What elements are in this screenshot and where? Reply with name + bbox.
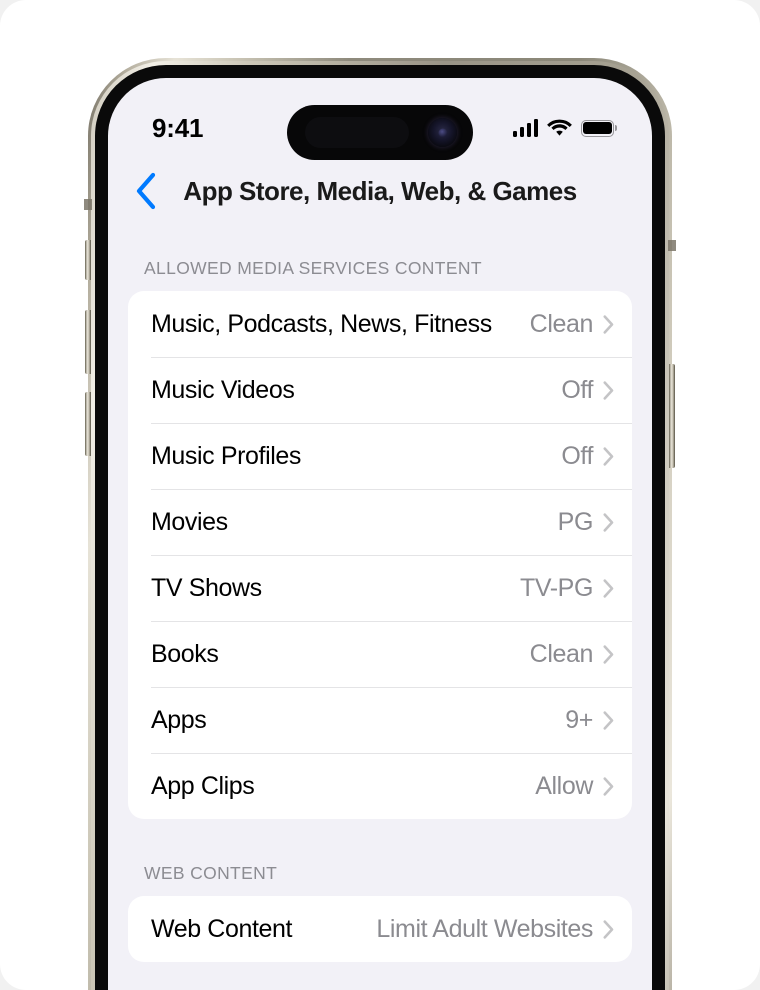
row-accessory: TV-PG [520, 574, 614, 603]
status-time: 9:41 [152, 112, 204, 143]
back-button[interactable] [120, 165, 172, 217]
row-label: Music Videos [151, 375, 295, 404]
row-accessory: Off [561, 376, 614, 405]
row-label: TV Shows [151, 573, 262, 602]
action-button[interactable] [85, 240, 91, 280]
row-accessory: Clean [530, 640, 614, 669]
volume-down-button[interactable] [85, 392, 91, 456]
chevron-right-icon [603, 314, 614, 334]
row-value: Limit Adult Websites [376, 914, 593, 943]
row-value: Clean [529, 639, 594, 668]
chevron-right-icon [603, 446, 614, 466]
chevron-right-icon [603, 776, 614, 796]
navigation-bar: App Store, Media, Web, & Games [108, 160, 652, 222]
row-web-content[interactable]: Web Content Limit Adult Websites [128, 896, 632, 962]
page-title: App Store, Media, Web, & Games [183, 175, 577, 206]
row-label: Web Content [151, 914, 293, 943]
chevron-right-icon [603, 710, 614, 730]
row-app-clips[interactable]: App Clips Allow [128, 753, 632, 819]
row-value: 9+ [565, 705, 593, 734]
section-header-web: WEB CONTENT [144, 863, 278, 883]
row-label: Music, Podcasts, News, Fitness [151, 309, 492, 338]
dynamic-island[interactable] [287, 105, 473, 160]
row-label: Books [151, 639, 219, 668]
settings-list[interactable]: ALLOWED MEDIA SERVICES CONTENT Music, Po… [108, 222, 652, 990]
chevron-right-icon [603, 644, 614, 664]
row-label: Movies [151, 507, 228, 536]
row-accessory: Allow [535, 772, 614, 801]
row-music-profiles[interactable]: Music Profiles Off [128, 423, 632, 489]
cellular-bars-icon [512, 119, 538, 137]
chevron-right-icon [603, 578, 614, 598]
earpiece-speaker [305, 117, 409, 148]
settings-group-media: Music, Podcasts, News, Fitness Clean Mus… [128, 291, 632, 819]
row-accessory: PG [558, 508, 614, 537]
row-apps[interactable]: Apps 9+ [128, 687, 632, 753]
row-accessory: Off [561, 442, 614, 471]
row-music-videos[interactable]: Music Videos Off [128, 357, 632, 423]
row-books[interactable]: Books Clean [128, 621, 632, 687]
row-tv-shows[interactable]: TV Shows TV-PG [128, 555, 632, 621]
row-movies[interactable]: Movies PG [128, 489, 632, 555]
chevron-left-icon [136, 172, 156, 210]
device-screen: 9:41 App Store, Media, Web, & Games ALLO… [108, 78, 652, 990]
settings-group-web: Web Content Limit Adult Websites [128, 896, 632, 962]
status-icons [512, 119, 618, 137]
antenna-band-right [668, 240, 676, 251]
row-value: TV-PG [519, 573, 593, 602]
row-value: Off [561, 375, 593, 404]
wifi-icon [547, 119, 572, 136]
row-label: Apps [151, 705, 207, 734]
row-value: Allow [535, 771, 593, 800]
row-value: PG [557, 507, 594, 536]
row-accessory: 9+ [565, 706, 614, 735]
volume-up-button[interactable] [85, 310, 91, 374]
front-camera-icon [428, 118, 457, 147]
row-label: App Clips [151, 771, 255, 800]
row-accessory: Limit Adult Websites [376, 915, 614, 944]
iphone-device: 9:41 App Store, Media, Web, & Games ALLO… [84, 58, 676, 990]
row-label: Music Profiles [151, 441, 301, 470]
antenna-band-left [84, 199, 92, 210]
chevron-right-icon [603, 512, 614, 532]
chevron-right-icon [603, 919, 614, 939]
row-accessory: Clean [530, 310, 614, 339]
row-value: Clean [529, 309, 594, 338]
power-button[interactable] [669, 364, 675, 468]
battery-full-icon [581, 119, 618, 137]
section-header-media: ALLOWED MEDIA SERVICES CONTENT [144, 258, 482, 278]
row-value: Off [561, 441, 593, 470]
chevron-right-icon [603, 380, 614, 400]
row-music-podcasts-news-fitness[interactable]: Music, Podcasts, News, Fitness Clean [128, 291, 632, 357]
